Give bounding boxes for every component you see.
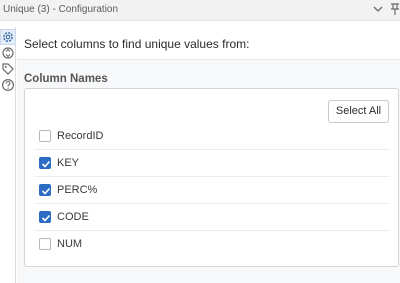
column-row-key[interactable]: KEY: [34, 150, 390, 177]
column-label: RecordID: [57, 130, 104, 142]
column-label: PERC%: [57, 184, 98, 196]
column-row-perc[interactable]: PERC%: [34, 177, 390, 204]
title-bar: Unique (3) - Configuration: [0, 0, 400, 21]
checkbox[interactable]: [39, 157, 51, 169]
tag-icon[interactable]: [1, 62, 15, 76]
column-row-code[interactable]: CODE: [34, 204, 390, 231]
help-icon[interactable]: [1, 78, 15, 92]
checkbox[interactable]: [39, 211, 51, 223]
checkmark-icon: [41, 160, 51, 168]
column-label: CODE: [57, 211, 89, 223]
instruction-text: Select columns to find unique values fro…: [24, 37, 250, 51]
config-sidebar: [0, 27, 16, 283]
checkbox[interactable]: [39, 184, 51, 196]
window-title: Unique (3) - Configuration: [3, 4, 119, 15]
checkmark-icon: [41, 187, 51, 195]
instruction-band: Select columns to find unique values fro…: [17, 22, 400, 60]
drag-handle[interactable]: [3, 22, 15, 32]
gear-icon[interactable]: [0, 29, 16, 45]
checkbox[interactable]: [39, 238, 51, 250]
checkbox[interactable]: [39, 130, 51, 142]
pin-icon[interactable]: [390, 2, 400, 16]
column-row-num[interactable]: NUM: [34, 231, 390, 258]
refresh-icon[interactable]: [1, 46, 15, 60]
section-label: Column Names: [24, 73, 108, 85]
column-names-panel: Select All RecordID KEY PERC% CODE NUM: [24, 88, 399, 267]
column-row-recordid[interactable]: RecordID: [34, 123, 390, 150]
select-all-button[interactable]: Select All: [328, 100, 389, 123]
column-label: NUM: [57, 238, 83, 250]
configuration-content: Select columns to find unique values fro…: [17, 22, 400, 283]
column-label: KEY: [57, 157, 80, 169]
checkmark-icon: [41, 214, 51, 222]
chevron-down-icon[interactable]: [372, 3, 384, 15]
